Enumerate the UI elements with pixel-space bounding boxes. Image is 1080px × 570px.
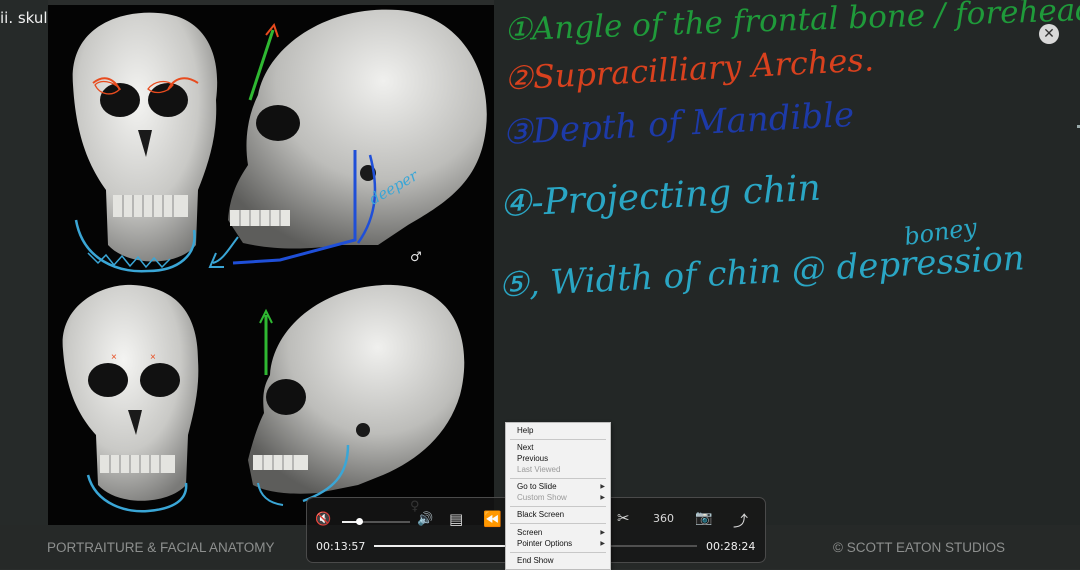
menu-item-previous[interactable]: Previous — [517, 454, 548, 463]
male-symbol: ♂ — [410, 250, 422, 265]
submenu-arrow-icon: ▶ — [600, 541, 605, 547]
submenu-arrow-icon: ▶ — [600, 530, 605, 536]
skull-side-male: deeper ♂ — [208, 9, 487, 268]
left-margin — [0, 0, 48, 525]
context-menu: Help Next Previous Last Viewed Go to Sli… — [505, 422, 611, 570]
skull-front-female: × × — [62, 284, 199, 513]
volume-icon[interactable]: 🔊 — [417, 512, 433, 527]
menu-item-screen[interactable]: Screen — [517, 528, 542, 537]
menu-separator — [510, 552, 606, 553]
skull-illustration: deeper ♂ × × ♀ — [62, 9, 487, 514]
menu-item-end-show[interactable]: End Show — [517, 556, 553, 565]
menu-item-black-screen[interactable]: Black Screen — [517, 510, 564, 519]
share-icon[interactable]: ⤴ — [733, 510, 748, 531]
note-5: ⑤, Width of chin @ depression — [497, 238, 1026, 306]
current-time: 00:13:57 — [316, 540, 366, 553]
menu-item-next[interactable]: Next — [517, 443, 533, 452]
note-3: ③Depth of Mandible — [501, 94, 856, 154]
note-4: ④-Projecting chin — [498, 167, 822, 226]
note-1: ①Angle of the frontal bone / forehead — [503, 0, 1080, 49]
rewind-icon[interactable]: ⏪ — [483, 510, 502, 528]
skull-side-female: ♀ — [248, 284, 465, 514]
svg-text:×: × — [150, 352, 156, 363]
captions-icon[interactable]: ▤ — [449, 510, 463, 528]
mute-icon[interactable]: 🔇 — [315, 512, 331, 527]
cut-icon[interactable]: ✂ — [617, 509, 630, 527]
menu-separator — [510, 523, 606, 524]
camera-icon[interactable]: 📷 — [695, 510, 712, 526]
menu-item-last-viewed: Last Viewed — [517, 465, 561, 474]
svg-text:×: × — [111, 352, 117, 363]
note-2: ②Supracilliary Arches. — [503, 40, 875, 98]
skull-photo: deeper ♂ × × ♀ — [48, 5, 494, 525]
menu-item-help[interactable]: Help — [517, 426, 533, 435]
footer-copyright: © SCOTT EATON STUDIOS — [833, 540, 1005, 555]
volume-knob[interactable] — [356, 518, 363, 525]
menu-item-go-to-slide[interactable]: Go to Slide — [517, 482, 557, 491]
menu-separator — [510, 439, 606, 440]
skull-front-male — [72, 12, 218, 273]
menu-item-pointer-options[interactable]: Pointer Options — [517, 539, 572, 548]
total-time: 00:28:24 — [706, 540, 756, 553]
submenu-arrow-icon: ▶ — [600, 484, 605, 490]
footer-course-title: PORTRAITURE & FACIAL ANATOMY — [47, 540, 275, 555]
menu-separator — [510, 478, 606, 479]
vr360-icon[interactable]: 360 — [653, 512, 674, 525]
menu-separator — [510, 506, 606, 507]
menu-item-custom-show: Custom Show — [517, 493, 567, 502]
close-button[interactable]: ✕ — [1039, 24, 1059, 44]
submenu-arrow-icon: ▶ — [600, 495, 605, 501]
